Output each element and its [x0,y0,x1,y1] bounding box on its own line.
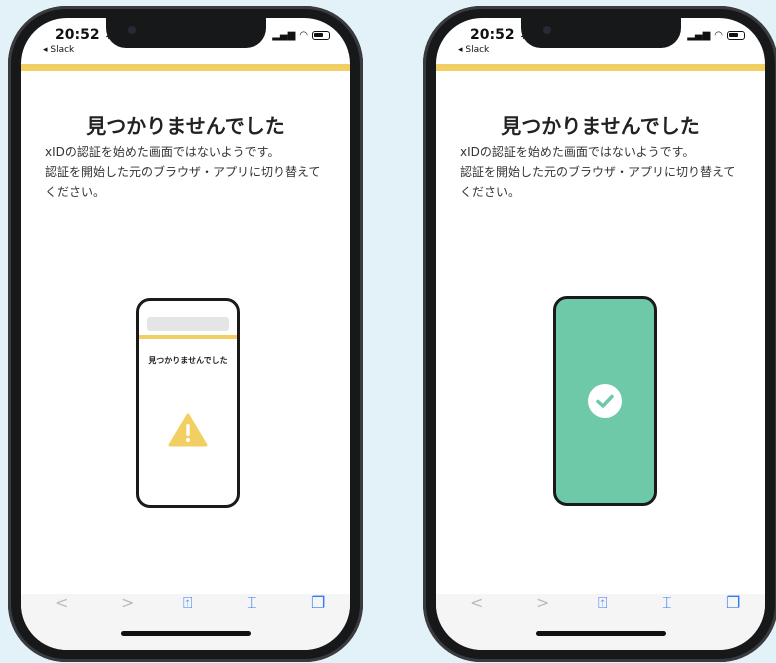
description-line: xIDの認証を始めた画面ではないようです。 [45,145,280,159]
description: xIDの認証を始めた画面ではないようです。 認証を開始した元のブラウザ・アプリに… [460,142,751,202]
description-line: ください。 [460,185,521,199]
description-line: ください。 [45,185,106,199]
check-icon [588,384,622,418]
notch [520,18,681,48]
phone-frame-right: 20:52 ➶ ◂ Slack ▂▄▆ ◠ 見つかりませんでした xIDの認証を… [423,6,776,662]
tabs-icon[interactable]: ❐ [726,593,740,612]
battery-icon [312,31,330,40]
phone-screen-right: 20:52 ➶ ◂ Slack ▂▄▆ ◠ 見つかりませんでした xIDの認証を… [436,18,765,650]
share-icon[interactable]: ⍐ [183,593,193,613]
share-icon[interactable]: ⍐ [598,593,608,613]
home-indicator[interactable] [120,631,251,636]
illustration-phone-success [553,296,657,506]
header-accent-bar [21,64,350,71]
description-line: 認証を開始した元のブラウザ・アプリに切り替えて [460,165,736,179]
notch [105,18,266,48]
status-icons: ▂▄▆ ◠ [687,30,745,41]
bookmarks-icon[interactable]: ⌶ [247,593,257,613]
mini-title: 見つかりませんでした [148,356,228,365]
description-line: xIDの認証を始めた画面ではないようです。 [460,145,695,159]
page-title: 見つかりませんでした [86,114,285,138]
camera-icon [542,26,551,34]
signal-icon: ▂▄▆ [687,30,711,41]
bookmarks-icon[interactable]: ⌶ [662,593,672,613]
header-accent-bar [436,64,765,71]
phone-frame-left: 20:52 ➶ ◂ Slack ▂▄▆ ◠ 見つかりませんでした xIDの認証を… [8,6,363,662]
signal-icon: ▂▄▆ [272,30,296,41]
tabs-icon[interactable]: ❐ [311,593,325,612]
home-indicator[interactable] [535,631,666,636]
mini-accent-bar [139,335,237,339]
forward-nav-icon[interactable]: > [121,593,134,612]
wifi-icon: ◠ [714,30,723,41]
browser-toolbar: < > ⍐ ⌶ ❐ [21,593,350,650]
back-nav-icon[interactable]: < [470,593,483,612]
camera-icon [127,26,136,34]
warning-icon [168,413,208,447]
forward-nav-icon[interactable]: > [536,593,549,612]
mini-address-bar [147,317,229,331]
wifi-icon: ◠ [299,30,308,41]
browser-toolbar: < > ⍐ ⌶ ❐ [436,593,765,650]
illustration-phone-not-found: 見つかりませんでした [136,298,240,508]
back-to-app-link[interactable]: ◂ Slack [43,45,74,55]
battery-icon [727,31,745,40]
back-to-app-link[interactable]: ◂ Slack [458,45,489,55]
description: xIDの認証を始めた画面ではないようです。 認証を開始した元のブラウザ・アプリに… [45,142,336,202]
phone-screen-left: 20:52 ➶ ◂ Slack ▂▄▆ ◠ 見つかりませんでした xIDの認証を… [21,18,350,650]
back-nav-icon[interactable]: < [55,593,68,612]
page-title: 見つかりませんでした [501,114,700,138]
description-line: 認証を開始した元のブラウザ・アプリに切り替えて [45,165,321,179]
status-icons: ▂▄▆ ◠ [272,30,330,41]
